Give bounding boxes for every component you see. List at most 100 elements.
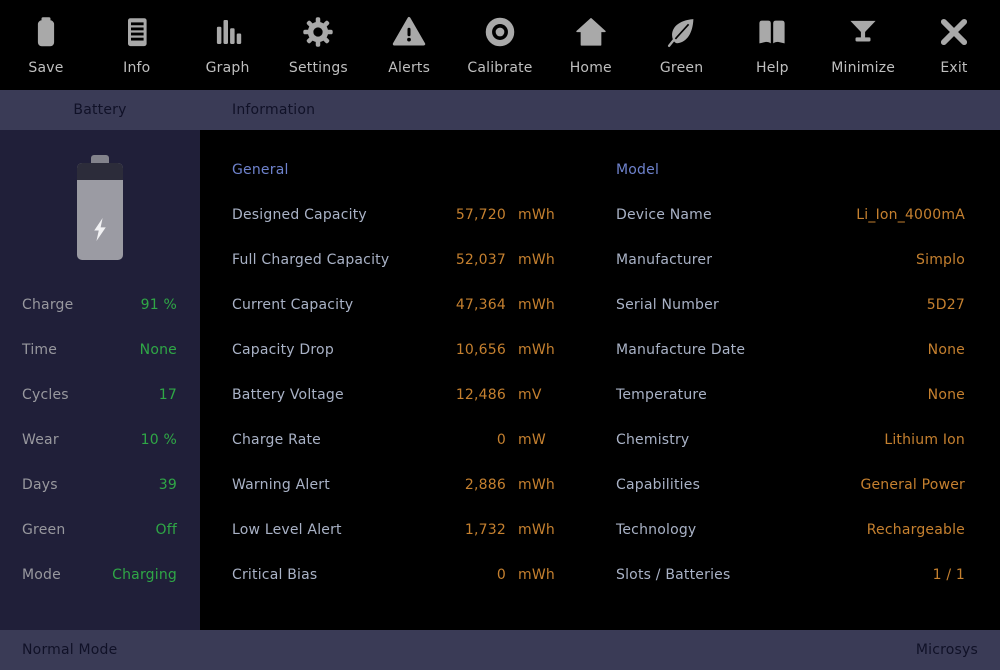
row-value: None <box>928 387 965 403</box>
row-label: Charge Rate <box>232 432 418 448</box>
info-row-charge-rate: Charge Rate 0 mW <box>232 417 562 462</box>
row-label: Current Capacity <box>232 297 418 313</box>
row-label: Manufacture Date <box>616 342 928 358</box>
information-panel: General Designed Capacity 57,720 mWh Ful… <box>200 130 1000 630</box>
row-label: Manufacturer <box>616 252 916 268</box>
row-label: Full Charged Capacity <box>232 252 418 268</box>
toolbar-button-settings[interactable]: Settings <box>286 0 350 90</box>
info-row-designed-capacity: Designed Capacity 57,720 mWh <box>232 192 562 237</box>
info-row-manufacturer: Manufacturer Simplo <box>616 237 965 282</box>
row-label: Low Level Alert <box>232 522 418 538</box>
toolbar-button-exit[interactable]: Exit <box>922 0 986 90</box>
tab-bar: Battery Information <box>0 90 1000 130</box>
toolbar-button-calibrate[interactable]: Calibrate <box>468 0 532 90</box>
row-value: Rechargeable <box>867 522 965 538</box>
info-row-capabilities: Capabilities General Power <box>616 462 965 507</box>
battery-charging-icon <box>77 155 123 260</box>
info-row-battery-voltage: Battery Voltage 12,486 mV <box>232 372 562 417</box>
row-value: Lithium Ion <box>884 432 965 448</box>
info-row-low-level-alert: Low Level Alert 1,732 mWh <box>232 507 562 552</box>
stat-row-charge: Charge 91 % <box>0 282 200 327</box>
close-icon <box>936 13 972 51</box>
info-row-warning-alert: Warning Alert 2,886 mWh <box>232 462 562 507</box>
stat-value: 10 % <box>141 432 177 448</box>
battery-monitor-window: Save Info <box>0 0 1000 670</box>
toolbar-button-label: Green <box>660 60 703 76</box>
stat-label: Wear <box>22 432 141 448</box>
lightning-bolt-icon <box>92 218 109 245</box>
content-area: Charge 91 % Time None Cycles 17 Wear 10 … <box>0 130 1000 630</box>
info-row-device-name: Device Name Li_Ion_4000mA <box>616 192 965 237</box>
toolbar-button-minimize[interactable]: Minimize <box>831 0 895 90</box>
model-section-title: Model <box>616 148 965 192</box>
row-label: Capabilities <box>616 477 860 493</box>
stat-value: None <box>140 342 177 358</box>
info-row-manufacture-date: Manufacture Date None <box>616 327 965 372</box>
row-value: None <box>928 342 965 358</box>
row-unit: mW <box>518 432 562 448</box>
stat-label: Mode <box>22 567 112 583</box>
stat-row-time: Time None <box>0 327 200 372</box>
row-label: Designed Capacity <box>232 207 418 223</box>
toolbar-button-green[interactable]: Green <box>650 0 714 90</box>
row-label: Chemistry <box>616 432 884 448</box>
row-value: 2,886 <box>418 477 506 493</box>
info-row-serial-number: Serial Number 5D27 <box>616 282 965 327</box>
bar-chart-icon <box>210 13 246 51</box>
general-section: General Designed Capacity 57,720 mWh Ful… <box>232 148 562 597</box>
home-icon <box>573 13 609 51</box>
row-label: Critical Bias <box>232 567 418 583</box>
gear-icon <box>300 13 336 51</box>
stat-label: Cycles <box>22 387 159 403</box>
tab-information[interactable]: Information <box>232 90 315 130</box>
row-label: Technology <box>616 522 867 538</box>
info-row-chemistry: Chemistry Lithium Ion <box>616 417 965 462</box>
battery-summary-panel: Charge 91 % Time None Cycles 17 Wear 10 … <box>0 130 200 630</box>
status-mode-text: Normal Mode <box>22 642 117 658</box>
row-unit: mWh <box>518 567 562 583</box>
toolbar-button-info[interactable]: Info <box>105 0 169 90</box>
row-value: Li_Ion_4000mA <box>856 207 965 223</box>
status-vendor-text: Microsys <box>916 642 978 658</box>
row-value: 0 <box>418 432 506 448</box>
general-section-title: General <box>232 148 562 192</box>
row-label: Device Name <box>616 207 856 223</box>
toolbar-button-label: Settings <box>289 60 348 76</box>
row-unit: mWh <box>518 342 562 358</box>
row-label: Capacity Drop <box>232 342 418 358</box>
stat-row-days: Days 39 <box>0 462 200 507</box>
stat-row-wear: Wear 10 % <box>0 417 200 462</box>
stat-value: Charging <box>112 567 177 583</box>
info-row-technology: Technology Rechargeable <box>616 507 965 552</box>
row-value: Simplo <box>916 252 965 268</box>
row-unit: mV <box>518 387 562 403</box>
toolbar-button-home[interactable]: Home <box>559 0 623 90</box>
toolbar-button-label: Save <box>28 60 63 76</box>
toolbar-button-graph[interactable]: Graph <box>196 0 260 90</box>
toolbar-button-save[interactable]: Save <box>14 0 78 90</box>
toolbar-button-help[interactable]: Help <box>740 0 804 90</box>
toolbar-button-alerts[interactable]: Alerts <box>377 0 441 90</box>
row-value: 12,486 <box>418 387 506 403</box>
stat-value: Off <box>156 522 177 538</box>
stat-label: Time <box>22 342 140 358</box>
toolbar-button-label: Help <box>756 60 789 76</box>
info-row-capacity-drop: Capacity Drop 10,656 mWh <box>232 327 562 372</box>
tab-battery[interactable]: Battery <box>0 90 200 130</box>
info-row-temperature: Temperature None <box>616 372 965 417</box>
stat-value: 91 % <box>141 297 177 313</box>
row-unit: mWh <box>518 297 562 313</box>
toolbar-button-label: Calibrate <box>467 60 532 76</box>
row-value: 57,720 <box>418 207 506 223</box>
stat-label: Green <box>22 522 156 538</box>
row-value: 52,037 <box>418 252 506 268</box>
row-value: 47,364 <box>418 297 506 313</box>
stat-row-mode: Mode Charging <box>0 552 200 597</box>
row-label: Temperature <box>616 387 928 403</box>
battery-stats-list: Charge 91 % Time None Cycles 17 Wear 10 … <box>0 282 200 597</box>
stat-row-cycles: Cycles 17 <box>0 372 200 417</box>
toolbar-button-label: Minimize <box>831 60 895 76</box>
row-unit: mWh <box>518 477 562 493</box>
battery-icon <box>28 13 64 51</box>
minimize-icon <box>845 13 881 51</box>
